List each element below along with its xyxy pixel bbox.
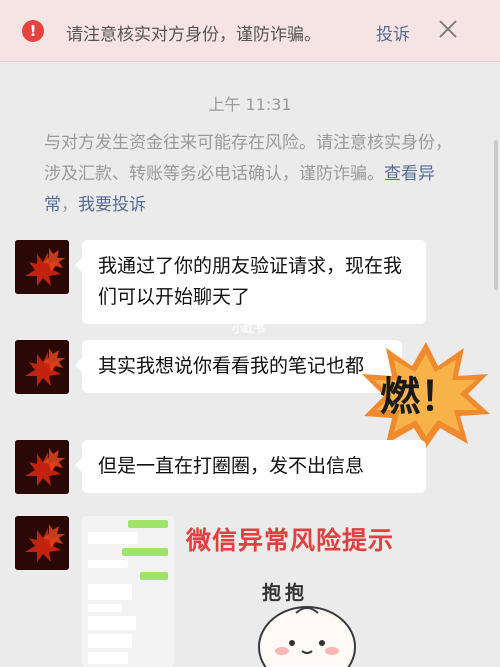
- avatar[interactable]: [15, 340, 69, 394]
- chat-bubble: 我通过了你的朋友验证请求，现在我们可以开始聊天了: [75, 240, 426, 324]
- message-timestamp: 上午 11:31: [208, 95, 292, 114]
- scrollbar[interactable]: [494, 140, 498, 290]
- avatar[interactable]: [15, 240, 69, 294]
- report-link[interactable]: 投诉: [376, 20, 410, 45]
- maple-leaf-avatar-image: [15, 240, 69, 294]
- hug-label: 抱抱: [262, 582, 309, 604]
- fraud-warning-banner: ! 请注意核实对方身份，谨防诈骗。 投诉: [0, 0, 500, 62]
- maple-leaf-avatar-image: [15, 340, 69, 394]
- watermark: 小红书: [232, 322, 265, 335]
- avatar[interactable]: [15, 516, 69, 570]
- risk-notice: 与对方发生资金往来可能存在风险。请注意核实身份，涉及汇款、转账等务必电话确认，谨…: [44, 128, 468, 221]
- alert-icon: !: [22, 20, 44, 42]
- steamed-bun-illustration: [258, 606, 356, 667]
- avatar[interactable]: [15, 440, 69, 494]
- maple-leaf-avatar-image: [15, 516, 69, 570]
- image-message-thumbnail[interactable]: [82, 516, 174, 667]
- sticker-text: 燃！: [380, 374, 460, 420]
- burning-sticker: 燃！: [362, 342, 490, 448]
- chat-bubble: 但是一直在打圈圈，发不出信息: [75, 440, 426, 493]
- overlay-title: 微信异常风险提示: [186, 526, 395, 555]
- report-complaint-link[interactable]: 我要投诉: [78, 195, 146, 215]
- close-icon[interactable]: [436, 17, 460, 41]
- maple-leaf-avatar-image: [15, 440, 69, 494]
- chat-screenshot-image: [82, 516, 174, 667]
- notice-separator: ，: [61, 195, 78, 215]
- chat-bubble: 其实我想说你看看我的笔记也都: [75, 340, 402, 393]
- banner-warning-text: 请注意核实对方身份，谨防诈骗。: [66, 25, 321, 45]
